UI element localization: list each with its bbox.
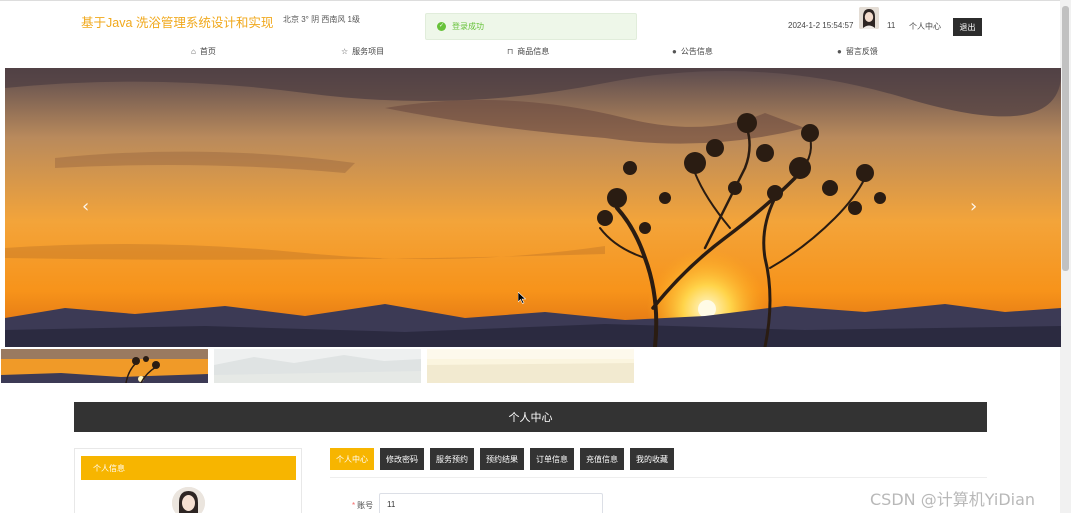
star-icon: ☆ [341,47,349,56]
tab-booking-results[interactable]: 预约结果 [480,448,524,470]
page-scrollbar[interactable] [1060,0,1071,513]
carousel-next-arrow[interactable]: › [970,196,977,217]
site-title: 基于Java 洗浴管理系统设计和实现 [81,16,274,30]
section-title-bar: 个人中心 [74,402,987,432]
bag-icon: ⊓ [507,47,514,56]
tab-personal-center[interactable]: 个人中心 [330,448,374,470]
home-icon: ⌂ [191,47,196,56]
tab-my-favorites[interactable]: 我的收藏 [630,448,674,470]
profile-card-header: 个人信息 [81,456,296,480]
tab-change-password[interactable]: 修改密码 [380,448,424,470]
check-circle-icon: ✓ [437,22,446,31]
login-success-toast: ✓ 登录成功 [425,13,637,40]
nav-item-products[interactable]: ⊓ 商品信息 [507,46,549,57]
nav-label: 服务项目 [352,47,385,56]
user-avatar[interactable] [859,7,879,29]
account-label: * 账号 [352,500,373,511]
nav-item-home[interactable]: ⌂ 首页 [191,46,216,57]
carousel-prev-arrow[interactable]: ‹ [82,196,89,217]
info-icon: ● [672,47,677,56]
thumbnail-sunset[interactable] [1,349,208,383]
mouse-cursor-icon [518,292,526,304]
profile-avatar [172,487,205,513]
thumbnail-field[interactable] [427,349,634,383]
tab-recharge-info[interactable]: 充值信息 [580,448,624,470]
logout-button[interactable]: 退出 [953,18,982,36]
carousel-thumbnails [1,349,634,383]
nav-label: 留言反馈 [845,47,878,56]
nav-label: 首页 [199,47,216,56]
nav-label: 商品信息 [517,47,550,56]
top-header: 基于Java 洗浴管理系统设计和实现 北京 3° 阴 西南风 1级 ✓ 登录成功… [0,0,1060,68]
nav-item-notices[interactable]: ● 公告信息 [672,46,713,57]
profile-card-title: 个人信息 [93,463,125,473]
csdn-watermark: CSDN @计算机YiDian [870,490,1036,509]
weather-info: 北京 3° 阴 西南风 1级 [283,15,360,24]
banner-carousel[interactable]: ‹ › [5,68,1061,347]
tab-order-info[interactable]: 订单信息 [530,448,574,470]
tabs-divider [330,477,987,478]
thumbnail-landscape[interactable] [214,349,421,383]
toast-message: 登录成功 [452,22,484,31]
account-input[interactable] [379,493,603,513]
current-datetime: 2024-1-2 15:54:57 [788,21,854,30]
scrollbar-thumb[interactable] [1062,6,1069,271]
username: 11 [887,21,896,30]
main-nav: ⌂ 首页 ☆ 服务项目 ⊓ 商品信息 ● 公告信息 ● 留言反馈 [0,46,1060,60]
profile-tabs: 个人中心 修改密码 服务预约 预约结果 订单信息 充值信息 我的收藏 [330,448,674,470]
section-title: 个人中心 [508,412,553,424]
nav-item-feedback[interactable]: ● 留言反馈 [837,46,878,57]
profile-card: 个人信息 [74,448,302,513]
nav-item-services[interactable]: ☆ 服务项目 [341,46,384,57]
account-label-text: 账号 [357,501,374,510]
sunset-banner-image [5,68,1061,347]
tab-service-booking[interactable]: 服务预约 [430,448,474,470]
question-icon: ● [837,47,842,56]
nav-label: 公告信息 [680,47,713,56]
personal-center-link[interactable]: 个人中心 [909,21,941,32]
required-marker: * [352,501,356,510]
